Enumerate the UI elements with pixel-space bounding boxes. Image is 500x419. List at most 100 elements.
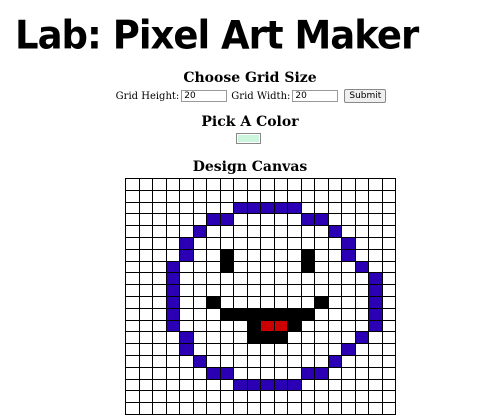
canvas-cell[interactable] — [138, 236, 153, 250]
canvas-cell[interactable] — [192, 366, 207, 380]
canvas-cell[interactable] — [300, 354, 315, 368]
canvas-cell[interactable] — [354, 201, 369, 215]
canvas-cell[interactable] — [246, 354, 261, 368]
canvas-cell[interactable] — [287, 248, 302, 262]
canvas-cell[interactable] — [341, 307, 356, 321]
canvas-cell[interactable] — [206, 272, 221, 286]
canvas-cell[interactable] — [246, 189, 261, 203]
canvas-cell[interactable] — [273, 319, 288, 333]
canvas-cell[interactable] — [287, 390, 302, 404]
canvas-cell[interactable] — [381, 201, 396, 215]
canvas-cell[interactable] — [165, 213, 180, 227]
canvas-cell[interactable] — [287, 295, 302, 309]
canvas-cell[interactable] — [165, 307, 180, 321]
canvas-cell[interactable] — [219, 378, 234, 392]
canvas-cell[interactable] — [300, 213, 315, 227]
canvas-cell[interactable] — [233, 260, 248, 274]
canvas-cell[interactable] — [219, 272, 234, 286]
canvas-cell[interactable] — [341, 284, 356, 297]
canvas-cell[interactable] — [192, 295, 207, 309]
canvas-cell[interactable] — [192, 248, 207, 262]
canvas-cell[interactable] — [381, 272, 396, 286]
canvas-cell[interactable] — [179, 390, 194, 404]
canvas-cell[interactable] — [381, 284, 396, 297]
canvas-cell[interactable] — [125, 213, 140, 227]
canvas-cell[interactable] — [192, 402, 207, 415]
canvas-cell[interactable] — [179, 201, 194, 215]
canvas-cell[interactable] — [300, 272, 315, 286]
canvas-cell[interactable] — [327, 284, 342, 297]
canvas-cell[interactable] — [381, 390, 396, 404]
canvas-cell[interactable] — [341, 343, 356, 356]
canvas-cell[interactable] — [125, 307, 140, 321]
canvas-cell[interactable] — [260, 402, 275, 415]
canvas-cell[interactable] — [233, 272, 248, 286]
canvas-cell[interactable] — [138, 284, 153, 297]
canvas-cell[interactable] — [273, 402, 288, 415]
canvas-cell[interactable] — [219, 343, 234, 356]
canvas-cell[interactable] — [341, 295, 356, 309]
canvas-cell[interactable] — [314, 319, 329, 333]
design-canvas[interactable] — [125, 178, 396, 415]
canvas-cell[interactable] — [165, 272, 180, 286]
canvas-cell[interactable] — [260, 390, 275, 404]
canvas-cell[interactable] — [314, 343, 329, 356]
canvas-cell[interactable] — [341, 319, 356, 333]
canvas-cell[interactable] — [300, 378, 315, 392]
canvas-cell[interactable] — [381, 307, 396, 321]
canvas-cell[interactable] — [246, 236, 261, 250]
canvas-cell[interactable] — [165, 284, 180, 297]
canvas-cell[interactable] — [138, 260, 153, 274]
canvas-cell[interactable] — [327, 248, 342, 262]
canvas-cell[interactable] — [273, 272, 288, 286]
canvas-cell[interactable] — [300, 260, 315, 274]
canvas-cell[interactable] — [206, 390, 221, 404]
canvas-cell[interactable] — [341, 402, 356, 415]
canvas-cell[interactable] — [260, 343, 275, 356]
canvas-cell[interactable] — [233, 201, 248, 215]
canvas-cell[interactable] — [273, 178, 288, 191]
canvas-cell[interactable] — [125, 295, 140, 309]
canvas-cell[interactable] — [341, 201, 356, 215]
canvas-cell[interactable] — [260, 284, 275, 297]
canvas-cell[interactable] — [125, 378, 140, 392]
canvas-cell[interactable] — [233, 366, 248, 380]
canvas-cell[interactable] — [368, 225, 383, 238]
canvas-cell[interactable] — [273, 343, 288, 356]
canvas-cell[interactable] — [300, 189, 315, 203]
canvas-cell[interactable] — [381, 236, 396, 250]
canvas-cell[interactable] — [300, 295, 315, 309]
canvas-cell[interactable] — [219, 260, 234, 274]
canvas-cell[interactable] — [233, 331, 248, 345]
canvas-cell[interactable] — [260, 378, 275, 392]
canvas-cell[interactable] — [206, 402, 221, 415]
canvas-cell[interactable] — [368, 366, 383, 380]
canvas-cell[interactable] — [152, 331, 167, 345]
canvas-cell[interactable] — [138, 201, 153, 215]
canvas-cell[interactable] — [287, 402, 302, 415]
canvas-cell[interactable] — [327, 390, 342, 404]
canvas-cell[interactable] — [192, 225, 207, 238]
canvas-cell[interactable] — [219, 213, 234, 227]
canvas-cell[interactable] — [354, 307, 369, 321]
canvas-cell[interactable] — [246, 213, 261, 227]
canvas-cell[interactable] — [179, 319, 194, 333]
canvas-cell[interactable] — [152, 402, 167, 415]
canvas-cell[interactable] — [273, 225, 288, 238]
canvas-cell[interactable] — [354, 295, 369, 309]
canvas-cell[interactable] — [273, 260, 288, 274]
canvas-cell[interactable] — [314, 307, 329, 321]
canvas-cell[interactable] — [165, 260, 180, 274]
canvas-cell[interactable] — [246, 390, 261, 404]
canvas-cell[interactable] — [192, 260, 207, 274]
canvas-cell[interactable] — [381, 295, 396, 309]
canvas-cell[interactable] — [381, 213, 396, 227]
canvas-cell[interactable] — [341, 331, 356, 345]
canvas-cell[interactable] — [179, 272, 194, 286]
canvas-cell[interactable] — [138, 189, 153, 203]
canvas-cell[interactable] — [206, 284, 221, 297]
canvas-cell[interactable] — [327, 272, 342, 286]
canvas-cell[interactable] — [246, 295, 261, 309]
canvas-cell[interactable] — [219, 390, 234, 404]
canvas-cell[interactable] — [165, 402, 180, 415]
